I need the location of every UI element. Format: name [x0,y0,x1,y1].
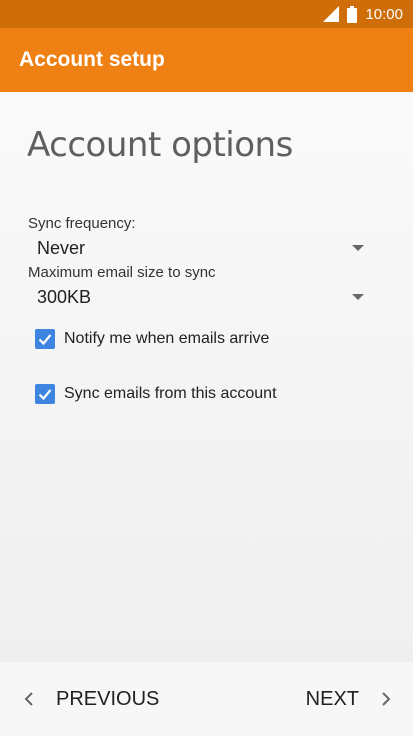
dropdown-arrow-icon [352,294,364,300]
sync-frequency-value: Never [37,237,86,258]
sync-emails-label: Sync emails from this account [64,385,277,402]
max-email-size-dropdown[interactable]: 300KB [28,284,368,310]
sync-frequency-dropdown[interactable]: Never [28,235,368,261]
status-time: 10:00 [365,5,403,23]
max-email-size-value: 300KB [37,286,92,307]
page-title: Account options [27,125,293,165]
battery-icon [347,5,358,23]
sync-emails-checkbox[interactable] [35,384,55,404]
notify-emails-checkbox[interactable] [35,329,55,349]
chevron-right-icon [382,692,391,706]
notify-emails-label: Notify me when emails arrive [64,330,270,347]
next-button[interactable]: NEXT [306,684,391,714]
sync-emails-checkbox-row[interactable]: Sync emails from this account [35,382,277,406]
previous-button[interactable]: PREVIOUS [24,684,159,714]
checkmark-icon [38,389,52,401]
sync-frequency-label: Sync frequency: [28,215,136,232]
dropdown-arrow-icon [352,245,364,251]
status-bar: 10:00 [0,0,413,28]
notify-emails-checkbox-row[interactable]: Notify me when emails arrive [35,327,269,351]
signal-icon [323,6,340,22]
previous-label: PREVIOUS [56,687,160,710]
chevron-left-icon [24,692,33,706]
app-bar-title: Account setup [19,48,165,71]
checkmark-icon [38,334,52,346]
next-label: NEXT [305,687,359,710]
navigation-bar: PREVIOUS NEXT [0,662,413,736]
account-options-form: Account options Sync frequency: Never Ma… [0,92,413,662]
app-bar: Account setup [0,28,413,92]
max-email-size-label: Maximum email size to sync [28,264,216,281]
